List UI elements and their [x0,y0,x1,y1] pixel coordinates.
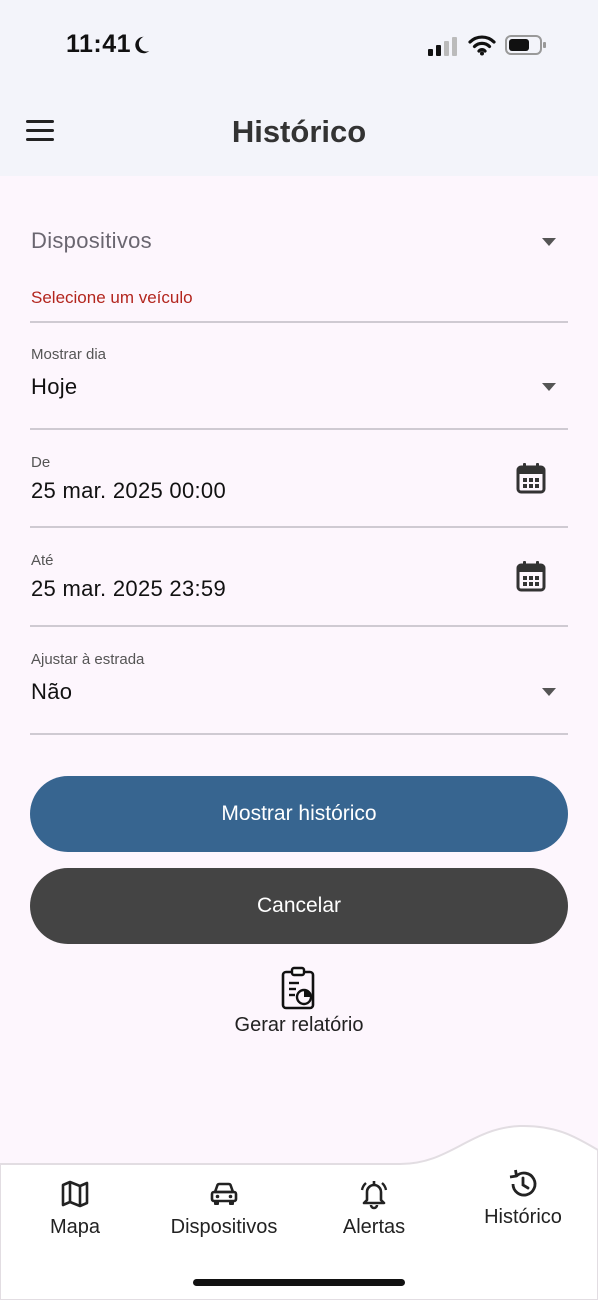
to-date-field[interactable]: Até 25 mar. 2025 23:59 [30,528,568,627]
app-bar: Histórico [0,90,598,176]
cellular-signal-icon [428,37,457,56]
chevron-down-icon [542,238,556,246]
home-indicator [193,1279,405,1286]
from-date-field[interactable]: De 25 mar. 2025 00:00 [30,430,568,528]
calendar-icon[interactable] [516,462,546,494]
battery-icon [505,35,546,55]
history-icon [509,1169,537,1197]
page-title: Histórico [231,114,367,149]
nav-item-history[interactable]: Histórico [448,1168,598,1229]
device-error: Selecione um veículo [31,288,193,307]
cancel-button[interactable]: Cancelar [30,868,568,944]
status-time: 11:41 [66,30,132,58]
snap-label: Ajustar à estrada [31,651,145,668]
nav-item-devices[interactable]: Dispositivos [149,1178,299,1239]
to-label: Até [31,552,54,569]
to-value: 25 mar. 2025 23:59 [31,576,226,601]
day-label: Mostrar dia [31,346,107,363]
calendar-icon[interactable] [516,560,546,592]
chevron-down-icon [542,688,556,696]
wifi-icon [468,35,496,56]
generate-report-label: Gerar relatório [234,1014,364,1036]
snap-value: Não [31,679,73,704]
car-icon [210,1182,238,1205]
day-value: Hoje [31,374,78,399]
bottom-navigation: Mapa Dispositivos Alertas Histórico [0,1120,598,1300]
nav-label-history: Histórico [484,1206,562,1228]
from-label: De [31,454,51,471]
map-icon [61,1180,89,1208]
device-placeholder: Dispositivos [31,228,152,253]
device-dropdown[interactable]: Dispositivos Selecione um veículo [30,214,568,323]
snap-to-road-dropdown[interactable]: Ajustar à estrada Não [30,627,568,735]
nav-label-map: Mapa [49,1216,101,1238]
moon-icon [135,36,150,54]
report-clipboard-icon [281,966,315,1010]
status-bar: 11:41 [0,0,598,90]
nav-label-alerts: Alertas [342,1216,406,1238]
generate-report-button[interactable]: Gerar relatório [0,966,598,1037]
nav-label-devices: Dispositivos [170,1216,278,1238]
nav-item-map[interactable]: Mapa [0,1178,150,1239]
bell-icon [360,1181,388,1210]
chevron-down-icon [542,383,556,391]
nav-item-alerts[interactable]: Alertas [299,1178,449,1239]
day-dropdown[interactable]: Mostrar dia Hoje [30,322,568,430]
from-value: 25 mar. 2025 00:00 [31,478,226,503]
show-history-button[interactable]: Mostrar histórico [30,776,568,852]
